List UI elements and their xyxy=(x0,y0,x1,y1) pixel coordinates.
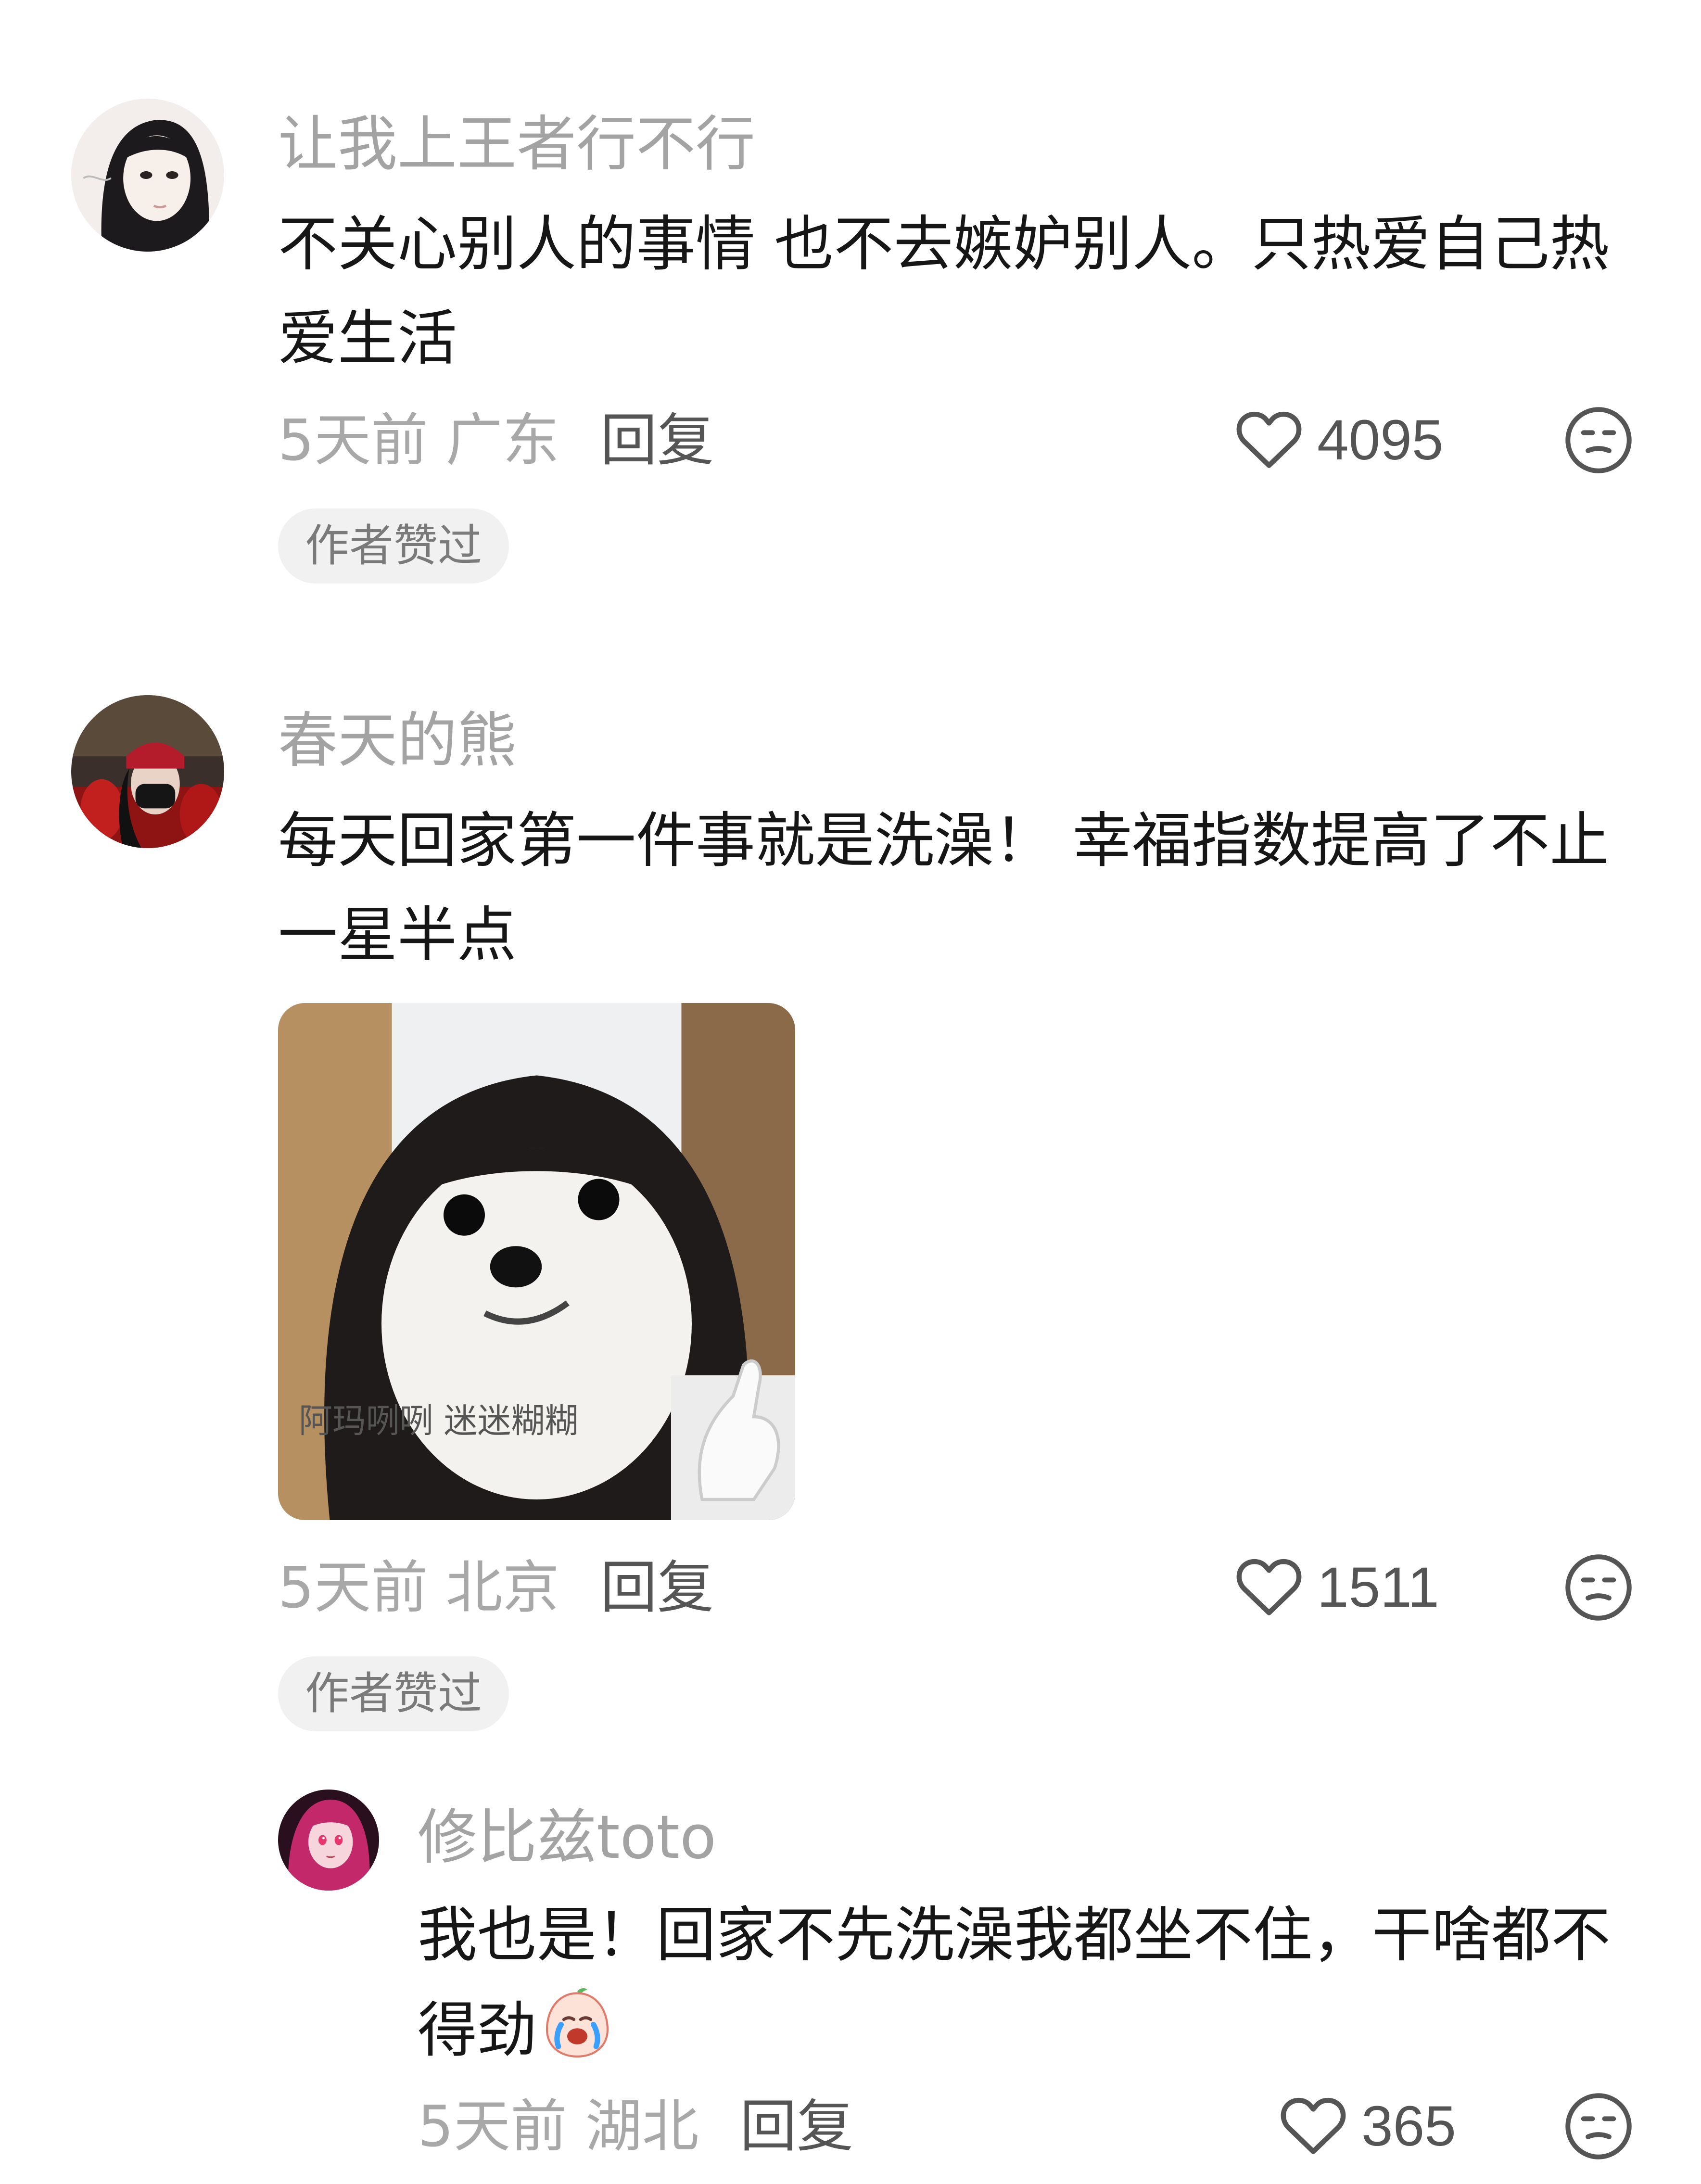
reply-username[interactable]: 修比兹toto xyxy=(418,1802,716,1874)
like-button[interactable]: 365 xyxy=(1280,2090,1456,2162)
reply-item: 修比兹toto 我也是！回家不先洗澡我都坐不住，干啥都不得劲 5天前 湖北 回复… xyxy=(0,0,1701,2184)
crying-face-emoji xyxy=(546,1988,609,2058)
dislike-button[interactable] xyxy=(1562,2090,1635,2162)
like-count: 365 xyxy=(1361,2095,1456,2158)
heart-outline-icon xyxy=(1281,2097,1346,2154)
reply-button[interactable]: 回复 xyxy=(740,2090,853,2162)
neutral-face-icon xyxy=(1565,2093,1632,2159)
avatar-image xyxy=(278,1790,379,1891)
reply-text: 我也是！回家不先洗澡我都坐不住，干啥都不得劲 xyxy=(418,1888,1630,2078)
reply-meta: 5天前 湖北 回复 365 xyxy=(418,2090,1654,2162)
user-avatar[interactable] xyxy=(278,1790,379,1891)
reply-time-location: 5天前 湖北 xyxy=(418,2093,699,2159)
